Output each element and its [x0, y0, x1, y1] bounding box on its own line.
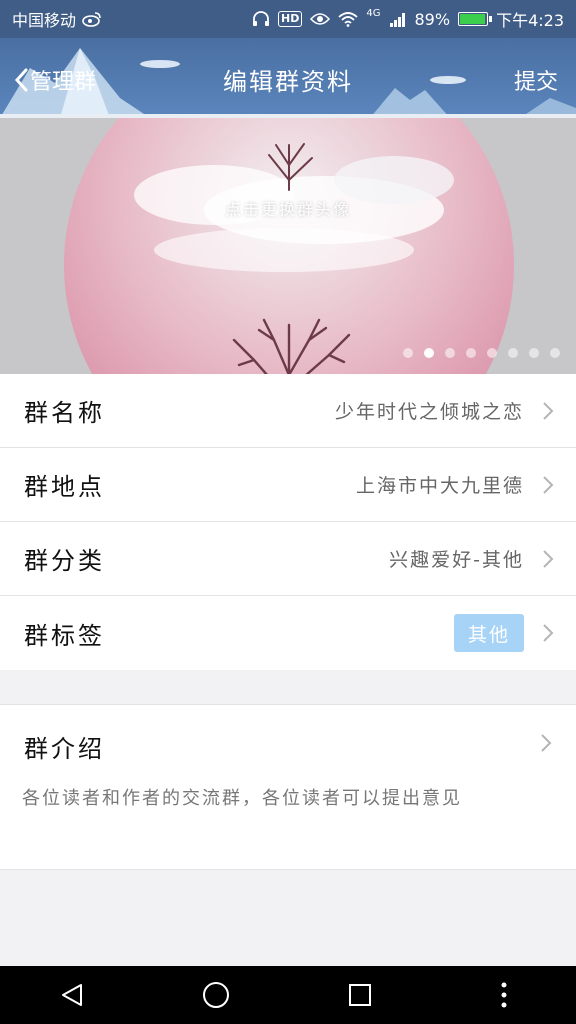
chevron-right-icon: [543, 549, 554, 568]
row-group-category[interactable]: 群分类 兴趣爱好-其他: [0, 522, 576, 596]
clock: 下午4:23: [496, 11, 564, 30]
group-intro-section[interactable]: 群介绍 各位读者和作者的交流群，各位读者可以提出意见: [0, 704, 576, 870]
chevron-right-icon: [543, 401, 554, 420]
page-dot: [424, 348, 434, 358]
chevron-right-icon: [541, 734, 552, 752]
nav-more-button[interactable]: [474, 966, 534, 1024]
more-icon: [501, 982, 507, 1008]
chevron-right-icon: [543, 475, 554, 494]
group-avatar-image: [64, 118, 514, 374]
wifi-icon: [338, 12, 358, 27]
row-label: 群分类: [24, 547, 105, 575]
title-bar: 管理群 编辑群资料 提交: [0, 38, 576, 118]
battery-icon: [458, 12, 493, 26]
chevron-right-icon: [543, 624, 554, 642]
signal-icon: [389, 13, 405, 27]
back-icon: [62, 984, 82, 1006]
page-dot: [487, 348, 497, 358]
page-dot: [403, 348, 413, 358]
row-value: 兴趣爱好-其他: [389, 549, 524, 571]
status-left: 中国移动: [12, 7, 102, 31]
row-label: 群地点: [24, 473, 105, 501]
page-dot: [445, 348, 455, 358]
page-indicator: [403, 348, 560, 358]
page-title: 编辑群资料: [223, 68, 353, 96]
group-avatar-banner[interactable]: 点击更换群头像: [0, 118, 576, 374]
status-right: HD 4G 89% 下午4:23: [252, 7, 564, 31]
row-label: 群标签: [24, 621, 105, 650]
status-bar: 中国移动 HD 4G 89% 下午4:23: [0, 0, 576, 38]
nav-recents-button[interactable]: [330, 966, 390, 1024]
page-dot: [466, 348, 476, 358]
intro-text: 各位读者和作者的交流群，各位读者可以提出意见: [22, 788, 462, 809]
row-value: 少年时代之倾城之恋: [334, 401, 524, 423]
nav-home-button[interactable]: [186, 966, 246, 1024]
nav-back-button[interactable]: [42, 966, 102, 1024]
submit-button[interactable]: 提交: [514, 64, 558, 96]
network-label: 4G: [366, 7, 381, 19]
eye-icon: [310, 13, 331, 25]
row-group-location[interactable]: 群地点 上海市中大九里德: [0, 448, 576, 522]
row-group-name[interactable]: 群名称 少年时代之倾城之恋: [0, 374, 576, 448]
row-value: 上海市中大九里德: [355, 475, 524, 497]
group-info-list: 群名称 少年时代之倾城之恋 群地点 上海市中大九里德 群分类 兴趣爱好-其他 群…: [0, 374, 576, 670]
battery-percent: 89%: [414, 9, 451, 29]
change-avatar-hint: 点击更换群头像: [224, 200, 351, 219]
recents-icon: [349, 984, 371, 1006]
intro-label: 群介绍: [24, 735, 105, 763]
system-nav-bar: [0, 966, 576, 1024]
row-group-tags[interactable]: 群标签 其他: [0, 596, 576, 670]
page-dot: [550, 348, 560, 358]
row-label: 群名称: [24, 399, 105, 427]
page-dot: [508, 348, 518, 358]
page-dot: [529, 348, 539, 358]
headphones-icon: [253, 11, 270, 26]
hd-badge: HD: [278, 11, 303, 27]
carrier-label: 中国移动: [12, 11, 77, 30]
weibo-icon: [82, 12, 101, 27]
tag-chip: 其他: [454, 614, 524, 652]
home-icon: [203, 982, 229, 1008]
